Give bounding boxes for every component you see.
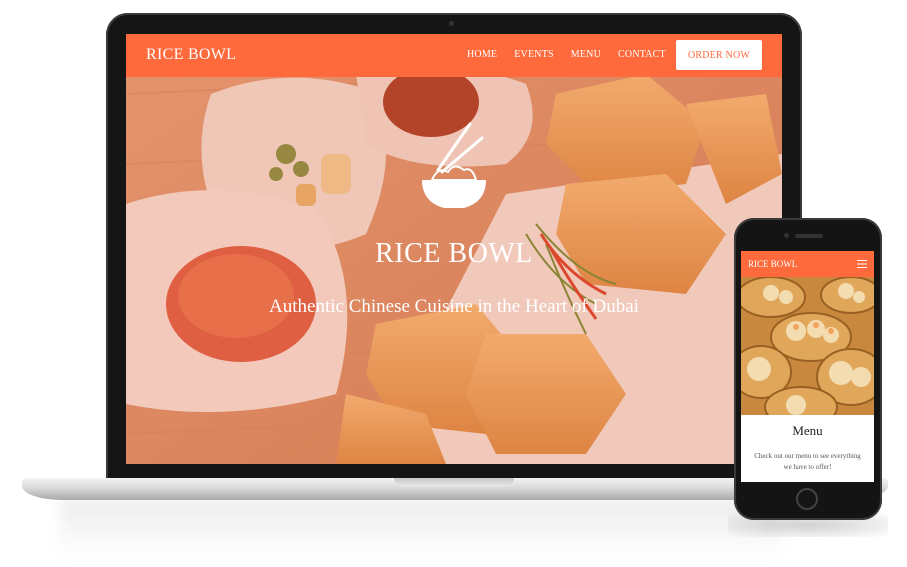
laptop-reflection (60, 498, 780, 558)
mobile-section-title: Menu (792, 423, 823, 438)
hero-subtitle: Authentic Chinese Cuisine in the Heart o… (269, 296, 639, 317)
brand-logo[interactable]: RICE BOWL (146, 46, 236, 64)
phone-camera (784, 233, 789, 238)
rice-bowl-chopsticks-icon (422, 122, 486, 208)
nav-links: HOME EVENTS MENU CONTACT (467, 49, 666, 60)
laptop-trackpad-notch (394, 478, 514, 487)
mobile-navigation: RICE BOWL (741, 251, 874, 277)
nav-link-events[interactable]: EVENTS (514, 49, 554, 60)
mobile-brand-logo[interactable]: RICE BOWL (748, 259, 797, 269)
hero-title: RICE BOWL (375, 238, 533, 269)
top-navigation: RICE BOWL HOME EVENTS MENU CONTACT ORDER… (126, 34, 782, 77)
laptop-screen: RICE BOWL HOME EVENTS MENU CONTACT ORDER… (126, 34, 782, 464)
order-now-button[interactable]: ORDER NOW (676, 40, 762, 70)
phone-speaker (795, 234, 823, 238)
dim-sum-photo (741, 277, 874, 415)
hamburger-menu-icon[interactable] (857, 260, 867, 268)
phone-screen: RICE BOWL Menu Check out our menu to see… (741, 251, 874, 482)
nav-link-home[interactable]: HOME (467, 49, 497, 60)
nav-link-contact[interactable]: CONTACT (618, 49, 666, 60)
phone-home-button (796, 488, 818, 510)
mobile-section-text: Check out our menu to see everything we … (754, 452, 861, 471)
laptop-camera (449, 21, 454, 26)
nav-link-menu[interactable]: MENU (571, 49, 601, 60)
